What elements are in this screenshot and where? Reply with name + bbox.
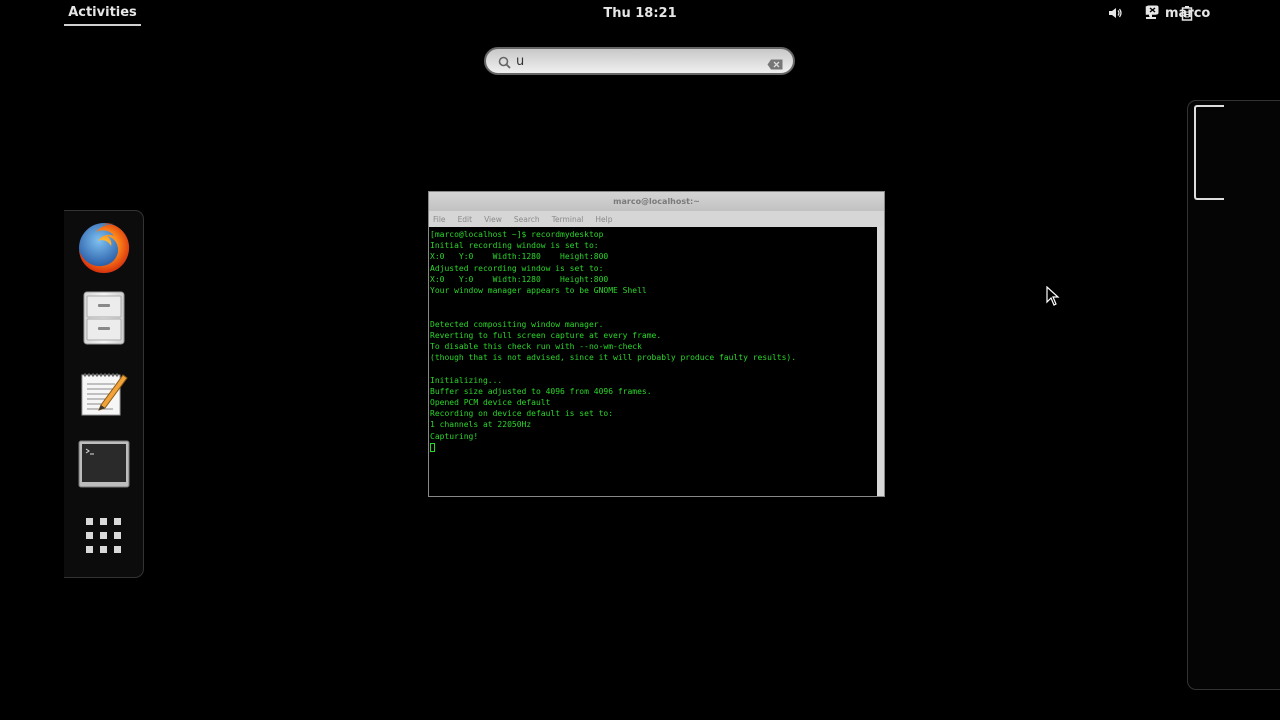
terminal-line: To disable this check run with --no-wm-c… <box>430 342 642 352</box>
terminal-line: Recording on device default is set to: <box>430 409 614 419</box>
menu-edit[interactable]: Edit <box>458 215 473 224</box>
terminal-line: [marco@localhost ~]$ recordmydesktop <box>430 230 604 239</box>
dash <box>64 210 144 578</box>
dash-item-files[interactable] <box>75 291 133 349</box>
activities-label: Activities <box>68 4 137 20</box>
terminal-line: Capturing! <box>430 431 479 441</box>
user-name: marco <box>1165 5 1211 21</box>
dash-item-terminal[interactable] <box>75 437 133 495</box>
menu-help[interactable]: Help <box>595 215 612 224</box>
terminal-title: marco@localhost:~ <box>429 192 884 211</box>
terminal-line: Detected compositing window manager. <box>430 319 604 329</box>
menu-search[interactable]: Search <box>514 215 540 224</box>
terminal-line: Buffer size adjusted to 4096 from 4096 f… <box>430 386 652 396</box>
terminal-window[interactable]: marco@localhost:~ File Edit View Search … <box>428 191 885 497</box>
search-input[interactable] <box>516 52 766 70</box>
terminal-line: Your window manager appears to be GNOME … <box>430 286 647 296</box>
terminal-cursor <box>430 442 435 452</box>
terminal-line: Initializing... <box>430 375 503 385</box>
chat-status-icon <box>1146 5 1159 21</box>
terminal-scrollbar[interactable] <box>877 227 884 496</box>
workspace-thumbnail[interactable] <box>1194 105 1224 200</box>
show-applications-button[interactable] <box>75 509 133 567</box>
user-menu[interactable]: marco <box>1146 0 1210 26</box>
terminal-line: Reverting to full screen capture at ever… <box>430 330 662 340</box>
app-grid-icon <box>84 516 124 560</box>
firefox-icon <box>76 220 132 280</box>
terminal-line: X:0 Y:0 Width:1280 Height:800 <box>430 274 609 284</box>
terminal-icon <box>78 440 130 492</box>
search-box[interactable] <box>484 47 795 75</box>
terminal-output[interactable]: [marco@localhost ~]$ recordmydesktop Init… <box>429 227 877 496</box>
activities-button[interactable]: Activities <box>64 0 141 26</box>
menu-terminal[interactable]: Terminal <box>552 215 584 224</box>
dash-item-firefox[interactable] <box>75 221 133 279</box>
terminal-line: Initial recording window is set to: <box>430 241 599 251</box>
menu-file[interactable]: File <box>433 215 446 224</box>
terminal-line: 1 channels at 22050Hz <box>430 420 532 430</box>
terminal-menubar: File Edit View Search Terminal Help <box>429 211 884 227</box>
search-icon <box>498 54 511 73</box>
clock: Thu 18:21 <box>0 0 1280 26</box>
volume-icon[interactable] <box>1097 0 1133 26</box>
mouse-pointer-icon <box>1046 285 1060 310</box>
terminal-line: (though that is not advised, since it wi… <box>430 353 797 363</box>
clock-label[interactable]: Thu 18:21 <box>603 6 676 21</box>
menu-view[interactable]: View <box>484 215 502 224</box>
terminal-line: Adjusted recording window is set to: <box>430 263 604 273</box>
terminal-line: X:0 Y:0 Width:1280 Height:800 <box>430 252 609 262</box>
terminal-line: Opened PCM device default <box>430 398 551 408</box>
terminal-cursor-line <box>430 442 877 453</box>
text-editor-icon <box>79 369 129 423</box>
top-bar: Activities Thu 18:21 marco <box>0 0 1280 26</box>
file-cabinet-icon <box>83 291 125 349</box>
dash-item-text-editor[interactable] <box>75 367 133 425</box>
clear-icon[interactable] <box>767 55 783 74</box>
